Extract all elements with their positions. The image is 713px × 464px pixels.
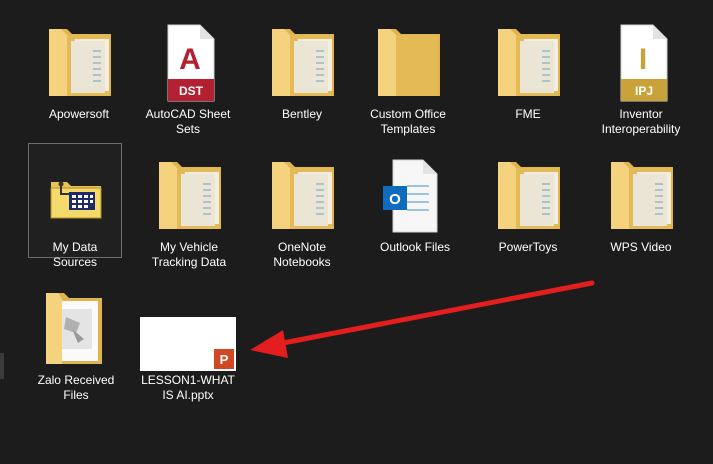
- outlook-letter: O: [389, 191, 401, 208]
- ipj-file-icon: I IPJ: [593, 17, 689, 107]
- item-label: My Vehicle Tracking Data: [151, 240, 227, 269]
- outlook-folder-icon: O: [367, 150, 463, 240]
- file-badge: IPJ: [635, 84, 653, 98]
- data-sources-folder-icon: [27, 150, 123, 240]
- item-label: OneNote Notebooks: [273, 240, 331, 269]
- item-label: FME: [515, 107, 541, 121]
- folder-custom-office-templates[interactable]: Custom Office Templates: [356, 10, 460, 140]
- folder-outlook-files[interactable]: O Outlook Files: [363, 143, 467, 273]
- item-label: Inventor Interoperability: [601, 107, 681, 136]
- folder-icon: [254, 150, 350, 240]
- folder-fme[interactable]: FME: [476, 10, 580, 140]
- folder-bentley[interactable]: Bentley: [250, 10, 354, 140]
- item-label: Bentley: [281, 107, 323, 121]
- file-badge: DST: [179, 84, 204, 98]
- folder-onenote-notebooks[interactable]: OneNote Notebooks: [250, 143, 354, 273]
- folder-icon: [141, 150, 237, 240]
- item-label: My Data Sources: [52, 240, 98, 269]
- file-letter: I: [639, 43, 647, 76]
- item-label: WPS Video: [610, 240, 672, 254]
- folder-my-data-sources[interactable]: My Data Sources: [27, 143, 123, 269]
- folder-icon: [31, 17, 127, 107]
- folder-powertoys[interactable]: PowerToys: [476, 143, 580, 273]
- scrollbar-edge[interactable]: [0, 353, 4, 379]
- item-label: Outlook Files: [379, 240, 451, 254]
- folder-icon: [480, 150, 576, 240]
- powerpoint-letter: P: [220, 352, 229, 367]
- item-label: Apowersoft: [48, 107, 110, 121]
- file-explorer-view: Apowersoft A DST AutoCAD Sheet Sets Bent…: [0, 0, 713, 464]
- pptx-thumbnail-icon: P: [140, 283, 236, 373]
- item-label: LESSON1-WHAT IS AI.pptx: [141, 373, 235, 402]
- folder-icon: [360, 17, 456, 107]
- file-autocad-sheet-sets[interactable]: A DST AutoCAD Sheet Sets: [136, 10, 240, 140]
- file-inventor-interoperability[interactable]: I IPJ Inventor Interoperability: [589, 10, 693, 140]
- dst-file-icon: A DST: [140, 17, 236, 107]
- folder-icon: [254, 17, 350, 107]
- folder-wps-video[interactable]: WPS Video: [589, 143, 693, 273]
- file-lesson1-pptx[interactable]: P LESSON1-WHAT IS AI.pptx: [136, 276, 240, 406]
- folder-icon: [480, 17, 576, 107]
- item-label: AutoCAD Sheet Sets: [145, 107, 231, 136]
- folder-my-vehicle-tracking-data[interactable]: My Vehicle Tracking Data: [137, 143, 241, 273]
- item-label: Custom Office Templates: [370, 107, 446, 136]
- item-label: PowerToys: [498, 240, 558, 254]
- file-letter: A: [179, 43, 201, 76]
- zalo-folder-icon: [28, 283, 124, 373]
- folder-zalo-received-files[interactable]: Zalo Received Files: [24, 276, 128, 406]
- folder-apowersoft[interactable]: Apowersoft: [27, 10, 131, 140]
- folder-icon: [593, 150, 689, 240]
- item-label: Zalo Received Files: [37, 373, 115, 402]
